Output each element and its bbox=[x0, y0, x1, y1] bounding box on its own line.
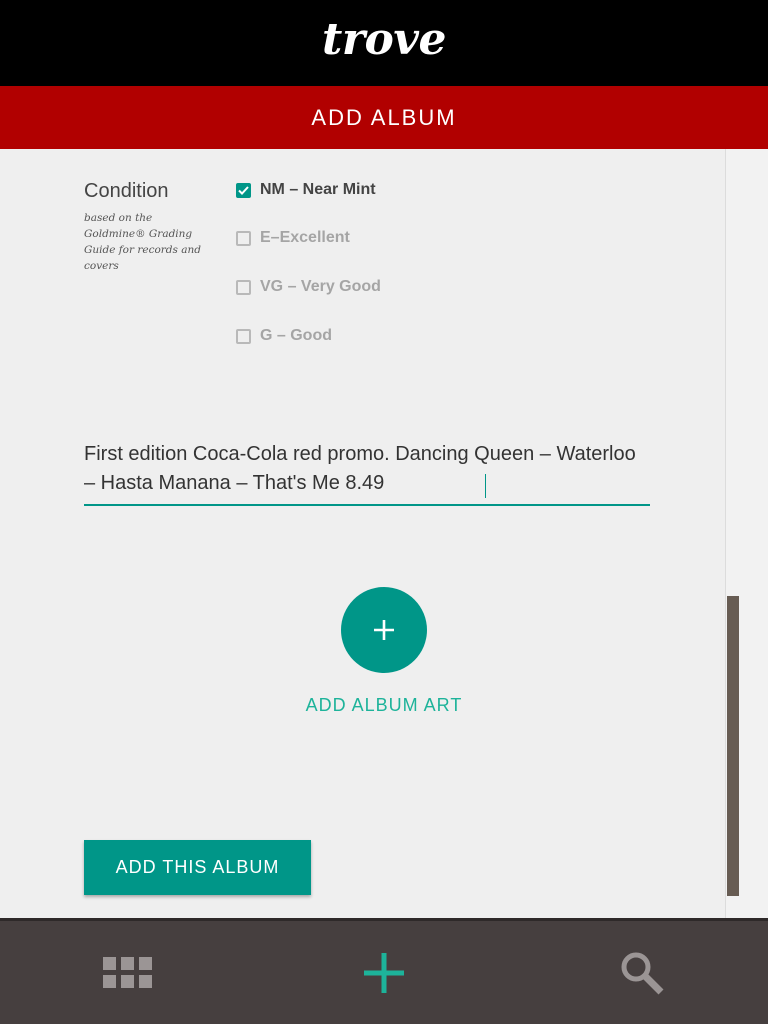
text-cursor bbox=[485, 474, 486, 498]
nav-search-button[interactable] bbox=[582, 921, 702, 1024]
condition-option-label: G – Good bbox=[260, 327, 332, 344]
page-title: ADD ALBUM bbox=[311, 104, 457, 130]
nav-add-button[interactable] bbox=[324, 921, 444, 1024]
plus-icon bbox=[364, 952, 404, 993]
add-this-album-button[interactable]: ADD THIS ALBUM bbox=[84, 840, 311, 895]
search-icon bbox=[621, 952, 664, 994]
checkbox-checked-icon[interactable] bbox=[236, 182, 251, 198]
condition-option-near-mint[interactable]: NM – Near Mint bbox=[236, 181, 376, 199]
checkbox-icon[interactable] bbox=[236, 230, 251, 246]
condition-option-excellent[interactable]: E–Excellent bbox=[236, 229, 350, 247]
plus-icon bbox=[374, 620, 394, 640]
title-bar: ADD ALBUM bbox=[0, 86, 768, 149]
app-bar: trove bbox=[0, 0, 768, 86]
checkbox-icon[interactable] bbox=[236, 328, 251, 344]
grid-icon bbox=[103, 956, 152, 988]
app-logo: trove bbox=[322, 13, 446, 65]
condition-label: Condition bbox=[84, 180, 169, 202]
condition-option-label: VG – Very Good bbox=[260, 278, 381, 295]
condition-option-very-good[interactable]: VG – Very Good bbox=[236, 278, 381, 296]
nav-browse-button[interactable] bbox=[68, 921, 188, 1024]
add-album-art-button[interactable] bbox=[341, 587, 427, 673]
add-album-art-label[interactable]: ADD ALBUM ART bbox=[0, 695, 768, 716]
condition-note: based on the Goldmine® Grading Guide for… bbox=[84, 212, 201, 272]
condition-option-label: NM – Near Mint bbox=[260, 181, 376, 198]
condition-option-good[interactable]: G – Good bbox=[236, 327, 332, 345]
condition-option-label: E–Excellent bbox=[260, 229, 350, 246]
scrollbar-thumb[interactable] bbox=[727, 596, 739, 896]
album-notes-input[interactable]: First edition Coca-Cola red promo. Danci… bbox=[84, 440, 650, 506]
checkbox-icon[interactable] bbox=[236, 279, 251, 295]
bottom-nav bbox=[0, 918, 768, 1024]
